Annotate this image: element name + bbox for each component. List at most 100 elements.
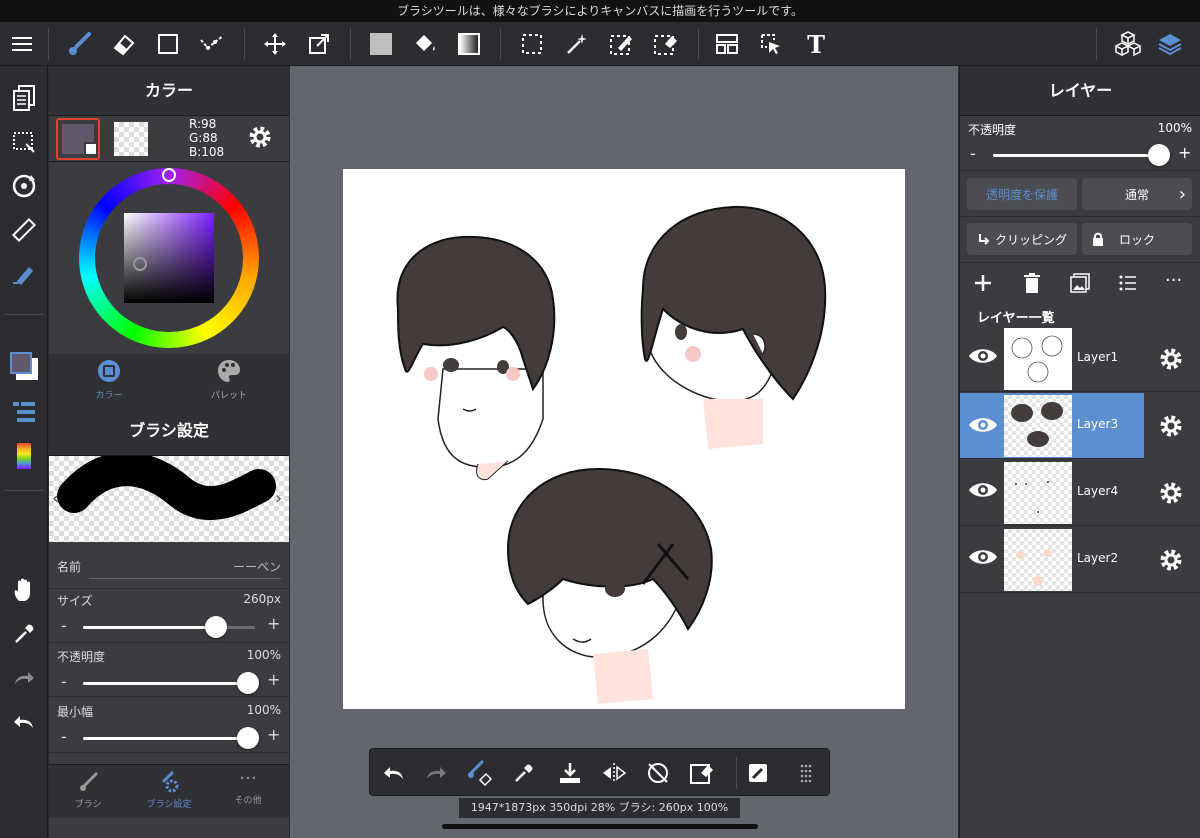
brush-preview [49, 456, 289, 542]
select-eraser-icon[interactable] [650, 28, 682, 60]
ruler-icon[interactable] [8, 214, 40, 246]
layer-name: Layer2 [1077, 551, 1119, 565]
eraser-icon[interactable] [108, 28, 140, 60]
material-icon[interactable] [1112, 28, 1144, 60]
pen-snap-icon[interactable] [8, 258, 40, 290]
tab-palette[interactable]: パレット [204, 358, 254, 401]
quick-save-icon[interactable] [554, 757, 586, 789]
dot-line-icon[interactable] [196, 28, 228, 60]
layers-icon[interactable] [1154, 28, 1186, 60]
panel-layout-icon[interactable] [711, 28, 743, 60]
layer-opacity-plus-button[interactable]: + [1178, 143, 1191, 162]
sv-picker-knob[interactable] [133, 257, 147, 271]
select-pen-icon[interactable] [606, 28, 638, 60]
quick-rotate-reset-icon[interactable] [642, 757, 674, 789]
more-icon: ··· [239, 768, 257, 789]
visibility-eye-icon[interactable] [968, 346, 998, 370]
delete-layer-icon[interactable] [1021, 272, 1043, 298]
current-color-swatch[interactable] [56, 118, 100, 160]
layer-image-icon[interactable] [1069, 272, 1091, 298]
tab-brush[interactable]: ブラシ [61, 771, 115, 810]
quick-undo-icon[interactable] [378, 757, 410, 789]
quick-brush-eraser-icon[interactable] [464, 757, 496, 789]
tab-color[interactable]: カラー [84, 358, 134, 401]
magic-wand-icon[interactable] [561, 28, 593, 60]
select-rect-icon[interactable] [516, 28, 548, 60]
brush-prev-icon[interactable]: ‹ [52, 488, 59, 509]
size-label: サイズ [57, 594, 93, 608]
min-width-slider-knob[interactable] [237, 727, 259, 749]
shape-icon[interactable] [152, 28, 184, 60]
select-move-icon[interactable] [755, 28, 787, 60]
rotate-view-icon[interactable] [8, 170, 40, 202]
opacity-minus-button[interactable]: - [61, 672, 67, 691]
color-settings-icon[interactable] [247, 124, 273, 154]
pages-icon[interactable] [8, 82, 40, 114]
color-panel: カラー R:98 G:88 B:108 カラー パレット [49, 66, 289, 406]
hand-icon[interactable] [8, 574, 40, 606]
canvas-area[interactable]: 1947*1873px 350dpi 28% ブラシ: 260px 100% [290, 66, 958, 838]
layer-row[interactable]: Layer1 [960, 326, 1200, 392]
fill-color-icon[interactable] [365, 28, 397, 60]
visibility-eye-icon[interactable] [968, 547, 998, 571]
color-swatch-icon[interactable] [8, 350, 40, 382]
text-icon[interactable]: T [800, 28, 832, 60]
quick-redo-icon[interactable] [420, 757, 452, 789]
protect-alpha-button[interactable]: 透明度を保護 [967, 178, 1077, 210]
layer-row[interactable]: Layer2 [960, 527, 1200, 593]
brush-icon[interactable] [64, 28, 96, 60]
layer-settings-icon[interactable] [1158, 413, 1184, 443]
add-layer-icon[interactable] [972, 272, 994, 298]
bucket-icon[interactable] [409, 28, 441, 60]
size-slider-knob[interactable] [205, 616, 227, 638]
quick-eyedropper-icon[interactable] [508, 757, 540, 789]
gradient-icon[interactable] [453, 28, 485, 60]
blend-mode-button[interactable]: 通常 › [1082, 178, 1192, 210]
visibility-eye-icon[interactable] [968, 415, 998, 439]
layer-row-selected[interactable]: Layer3 [960, 393, 1200, 459]
hue-picker-knob[interactable] [162, 168, 176, 182]
brush-next-icon[interactable]: › [275, 488, 282, 509]
transform-icon[interactable] [303, 28, 335, 60]
layer-list-icon[interactable] [8, 396, 40, 428]
quick-clear-icon[interactable] [686, 757, 718, 789]
left-tool-column [0, 66, 48, 838]
layer-settings-icon[interactable] [1158, 346, 1184, 376]
layer-opacity-value: 100% [1157, 121, 1192, 135]
layer-opacity-minus-button[interactable]: - [970, 144, 976, 163]
opacity-slider-knob[interactable] [237, 672, 259, 694]
undo-icon[interactable] [8, 706, 40, 738]
quick-edit-icon[interactable] [742, 757, 774, 789]
brush-name-row[interactable]: 名前 ーーペン [49, 556, 289, 584]
home-indicator[interactable] [442, 824, 758, 829]
layer-row[interactable]: Layer4 [960, 460, 1200, 526]
min-width-minus-button[interactable]: - [61, 727, 67, 746]
tab-color-label: カラー [95, 391, 123, 401]
layer-settings-icon[interactable] [1158, 480, 1184, 510]
min-width-plus-button[interactable]: + [267, 725, 280, 744]
size-minus-button[interactable]: - [61, 616, 67, 635]
secondary-color-swatch[interactable] [114, 122, 148, 156]
quick-grip-icon[interactable] [790, 757, 822, 789]
tab-brush-settings[interactable]: ブラシ設定 [139, 771, 199, 810]
color-bar-icon[interactable] [8, 440, 40, 472]
drawing-canvas[interactable] [343, 169, 905, 709]
layer-opacity-label: 不透明度 [968, 123, 1017, 137]
layer-settings-icon[interactable] [1158, 547, 1184, 577]
size-plus-button[interactable]: + [267, 614, 280, 633]
menu-icon[interactable] [6, 28, 38, 60]
move-icon[interactable] [259, 28, 291, 60]
layer-name: Layer1 [1077, 350, 1119, 364]
visibility-eye-icon[interactable] [968, 480, 998, 504]
clipping-button[interactable]: クリッピング [967, 223, 1077, 255]
eyedropper-icon[interactable] [8, 618, 40, 650]
quick-flip-icon[interactable] [598, 757, 630, 789]
redo-icon[interactable] [8, 662, 40, 694]
layer-more-icon[interactable]: ··· [1165, 272, 1182, 290]
selection-toggle-icon[interactable] [8, 126, 40, 158]
layer-list-menu-icon[interactable] [1117, 272, 1139, 298]
layer-opacity-slider-knob[interactable] [1148, 144, 1170, 166]
tab-other[interactable]: ··· その他 [221, 768, 275, 807]
opacity-plus-button[interactable]: + [267, 670, 280, 689]
lock-button[interactable]: ロック [1082, 223, 1192, 255]
